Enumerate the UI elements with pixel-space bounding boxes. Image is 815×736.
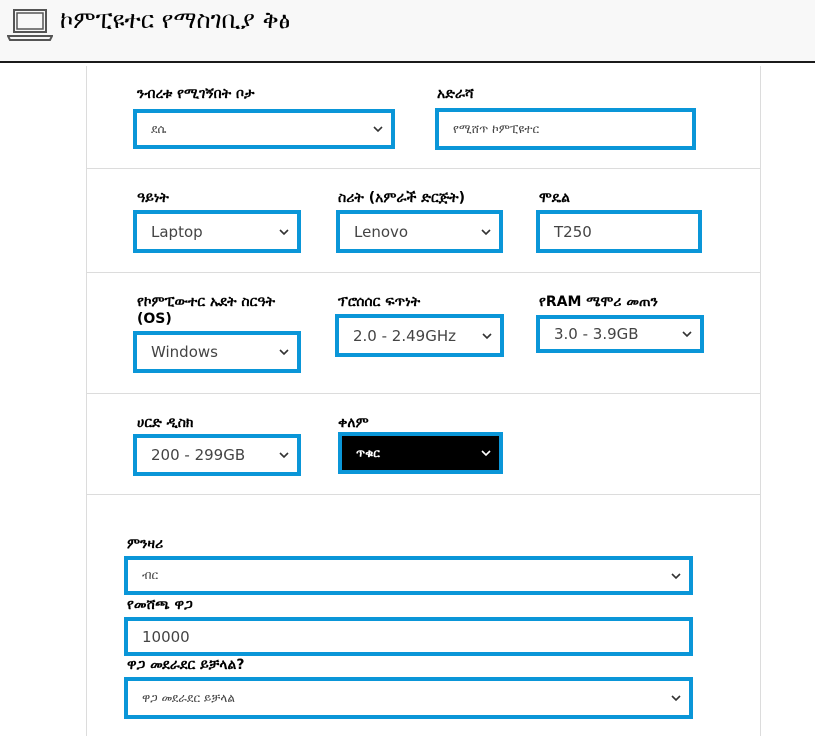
page-header: ኮምፒዩተር የማስገቢያ ቅፅ (0, 0, 815, 63)
type-select[interactable]: Laptop (133, 210, 301, 253)
os-label-line2: (OS) (137, 311, 172, 327)
chevron-down-icon (682, 331, 692, 338)
brand-value: Lenovo (354, 222, 409, 241)
brand-label: ስሪት (አምራች ድርጅት) (338, 190, 466, 206)
os-label: የኮምፒውተር ኡደት ስርዓት (OS) (137, 294, 275, 328)
negotiable-select[interactable]: ዋጋ መደራደር ይቻላል (124, 677, 693, 719)
color-value: ጥቁር (356, 445, 380, 460)
color-label: ቀለም (338, 415, 369, 431)
hdd-select[interactable]: 200 - 299GB (133, 434, 301, 476)
processor-value: 2.0 - 2.49GHz (353, 326, 456, 345)
location-value: ደሴ (151, 121, 167, 136)
hdd-label: ሀርድ ዲስክ (137, 415, 194, 431)
price-label: የመሸጫ ዋጋ (127, 597, 193, 613)
currency-label: ምንዛሪ (127, 536, 164, 552)
os-value: Windows (151, 343, 218, 361)
hdd-value: 200 - 299GB (151, 446, 246, 464)
currency-value: ብር (142, 568, 159, 582)
processor-select[interactable]: 2.0 - 2.49GHz (335, 314, 504, 357)
model-value: T250 (554, 222, 592, 241)
price-input[interactable]: 10000 (124, 617, 693, 656)
address-placeholder: የሚሸጥ ኮምፒዩተር (453, 121, 540, 136)
os-select[interactable]: Windows (133, 331, 301, 373)
os-label-line1: የኮምፒውተር ኡደት ስርዓት (137, 294, 276, 310)
page-title: ኮምፒዩተር የማስገቢያ ቅፅ (60, 6, 291, 34)
chevron-down-icon (482, 332, 492, 339)
chevron-down-icon (671, 695, 681, 702)
brand-select[interactable]: Lenovo (336, 210, 503, 253)
chevron-down-icon (279, 349, 289, 356)
section-divider (86, 494, 761, 495)
address-label: አድራሻ (437, 86, 474, 102)
currency-select[interactable]: ብር (124, 556, 693, 595)
chevron-down-icon (481, 228, 491, 235)
section-divider (86, 168, 761, 169)
model-input[interactable]: T250 (536, 210, 702, 253)
location-label: ንብረቱ የሚገኝበት ቦታ (137, 86, 255, 102)
chevron-down-icon (279, 452, 289, 459)
location-select[interactable]: ደሴ (133, 109, 395, 149)
processor-label: ፕሮሰሰር ፍጥነት (338, 294, 421, 310)
ram-label: የRAM ሜሞሪ መጠን (539, 294, 658, 310)
type-value: Laptop (151, 222, 203, 241)
negotiable-value: ዋጋ መደራደር ይቻላል (142, 690, 235, 705)
section-divider (86, 272, 761, 273)
model-label: ሞዴል (539, 190, 571, 206)
chevron-down-icon (373, 126, 383, 133)
chevron-down-icon (279, 228, 289, 235)
chevron-down-icon (481, 450, 491, 457)
ram-value: 3.0 - 3.9GB (554, 325, 639, 343)
chevron-down-icon (671, 572, 681, 579)
negotiable-label: ዋጋ መደራደር ይቻላል? (127, 657, 245, 673)
type-label: ዓይነት (137, 190, 169, 206)
color-select[interactable]: ጥቁር (338, 432, 503, 474)
address-input[interactable]: የሚሸጥ ኮምፒዩተር (435, 108, 696, 150)
price-value: 10000 (142, 627, 190, 646)
section-divider (86, 393, 761, 394)
ram-select[interactable]: 3.0 - 3.9GB (536, 315, 704, 353)
laptop-icon (7, 9, 53, 41)
